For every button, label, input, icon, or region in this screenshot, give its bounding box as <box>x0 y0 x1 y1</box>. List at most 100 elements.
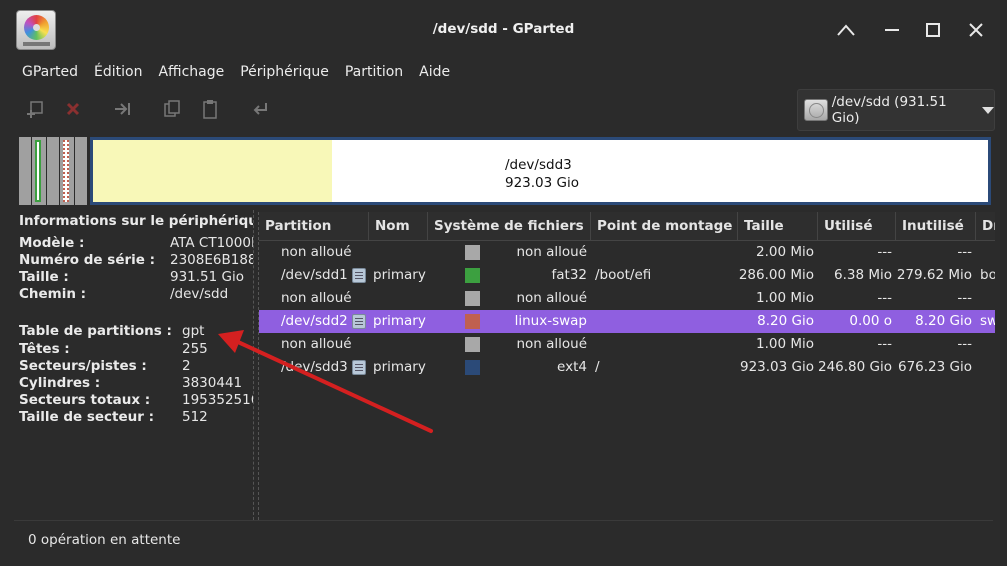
undo-icon[interactable] <box>249 98 271 120</box>
cell-mountpoint: /boot/efi <box>595 267 652 283</box>
filesystem-color-swatch <box>465 337 480 352</box>
cell-unused: 279.62 Mio <box>896 267 972 283</box>
cell-size: 1.00 Mio <box>755 336 814 352</box>
cell-name: primary <box>373 267 426 283</box>
column-mountpoint[interactable]: Point de montage <box>591 212 738 241</box>
partition-info-icon <box>352 268 366 283</box>
cell-size: 8.20 Gio <box>757 313 814 329</box>
paste-icon[interactable] <box>199 98 221 120</box>
filesystem-color-swatch <box>465 360 480 375</box>
menu-gparted[interactable]: GParted <box>14 60 86 85</box>
info-row-total-sectors: Secteurs totaux :1953525168 <box>19 392 253 408</box>
menu-aide[interactable]: Aide <box>411 60 458 85</box>
partition-info-icon <box>352 360 366 375</box>
cell-filesystem: non alloué <box>516 290 587 306</box>
column-unused[interactable]: Inutilisé <box>896 212 976 241</box>
chevron-up-icon <box>837 24 855 36</box>
filesystem-color-swatch <box>465 314 480 329</box>
disk-map-sdd3[interactable]: /dev/sdd3 923.03 Gio <box>90 137 991 205</box>
square-icon <box>926 23 940 37</box>
cell-partition: non alloué <box>281 336 352 352</box>
menu-peripherique[interactable]: Périphérique <box>232 60 337 85</box>
disk-map: /dev/sdd3 923.03 Gio <box>14 134 993 208</box>
info-row-sector-size: Taille de secteur :512 <box>19 409 208 425</box>
menu-partition[interactable]: Partition <box>337 60 411 85</box>
disk-map-unallocated-3[interactable] <box>75 137 87 205</box>
hard-disk-icon <box>804 99 828 121</box>
minimize-button[interactable] <box>831 15 861 45</box>
menu-bar: GParted Édition Affichage Périphérique P… <box>14 60 993 85</box>
minimize-window-button[interactable] <box>877 15 907 45</box>
disk-map-used-fill <box>93 140 332 202</box>
maximize-button[interactable] <box>918 15 948 45</box>
cell-partition: /dev/sdd1 <box>281 267 348 283</box>
info-row-sectors-track: Secteurs/pistes :2 <box>19 358 191 374</box>
cell-used: 6.38 Mio <box>833 267 892 283</box>
cell-used: --- <box>877 244 892 260</box>
info-row-cylinders: Cylindres :3830441 <box>19 375 243 391</box>
cell-used: 246.80 Gio <box>818 359 892 375</box>
copy-icon[interactable] <box>161 98 183 120</box>
table-header: Partition Nom Système de fichiers Point … <box>259 212 995 241</box>
resize-move-icon[interactable] <box>112 98 134 120</box>
cell-size: 2.00 Mio <box>755 244 814 260</box>
device-info-panel: Informations sur le périphérique Modèle … <box>14 210 254 520</box>
column-size[interactable]: Taille <box>738 212 818 241</box>
cell-used: 0.00 o <box>849 313 892 329</box>
info-row-model: Modèle :ATA CT1000BX500SSD1 <box>19 235 253 251</box>
column-partition[interactable]: Partition <box>259 212 369 241</box>
cell-flags: swap <box>980 313 995 329</box>
menu-affichage[interactable]: Affichage <box>150 60 232 85</box>
table-row[interactable]: non alloué non alloué 1.00 Mio --- --- <box>259 287 995 310</box>
cell-flags: boot, esp <box>980 267 995 283</box>
info-row-path: Chemin :/dev/sdd <box>19 286 229 302</box>
disk-map-unallocated-1[interactable] <box>19 137 31 205</box>
status-bar: 0 opération en attente <box>14 520 993 558</box>
menu-edition[interactable]: Édition <box>86 60 150 85</box>
delete-icon[interactable] <box>62 98 84 120</box>
cell-size: 286.00 Mio <box>738 267 814 283</box>
device-selector[interactable]: /dev/sdd (931.51 Gio) <box>797 89 995 131</box>
disk-map-sdd2[interactable] <box>60 137 74 205</box>
cell-unused: 8.20 Gio <box>915 313 972 329</box>
cell-unused: --- <box>957 290 972 306</box>
partition-info-icon <box>352 314 366 329</box>
cell-unused: --- <box>957 336 972 352</box>
cell-name: primary <box>373 359 426 375</box>
cell-partition: non alloué <box>281 290 352 306</box>
cell-unused: 676.23 Gio <box>898 359 972 375</box>
cell-size: 1.00 Mio <box>755 290 814 306</box>
disk-map-unallocated-2[interactable] <box>47 137 59 205</box>
cell-used: --- <box>877 290 892 306</box>
cell-filesystem: fat32 <box>551 267 588 283</box>
new-partition-icon[interactable] <box>24 98 46 120</box>
cell-filesystem: non alloué <box>516 336 587 352</box>
cell-unused: --- <box>957 244 972 260</box>
info-row-partition-table: Table de partitions : gpt <box>19 323 205 339</box>
column-filesystem[interactable]: Système de fichiers <box>428 212 591 241</box>
device-selector-label: /dev/sdd (931.51 Gio) <box>831 94 947 126</box>
filesystem-color-swatch <box>465 245 480 260</box>
minimize-icon <box>885 29 899 31</box>
cell-filesystem: non alloué <box>516 244 587 260</box>
device-info-title: Informations sur le périphérique <box>19 213 254 229</box>
column-used[interactable]: Utilisé <box>818 212 896 241</box>
table-row[interactable]: /dev/sdd3 primary ext4 / 923.03 Gio 246.80 Gi… <box>259 356 995 379</box>
cell-filesystem: ext4 <box>557 359 587 375</box>
cell-filesystem: linux-swap <box>514 313 587 329</box>
disk-map-sdd1[interactable] <box>32 137 46 205</box>
cell-used: --- <box>877 336 892 352</box>
info-row-heads: Têtes :255 <box>19 341 208 357</box>
filesystem-color-swatch <box>465 268 480 283</box>
partition-table: Partition Nom Système de fichiers Point … <box>258 212 995 520</box>
table-row[interactable]: /dev/sdd1 primary fat32/boot/efi 286.00 Mio… <box>259 264 995 287</box>
column-flags[interactable]: Drapeaux <box>976 212 995 241</box>
table-row[interactable]: non alloué non alloué 1.00 Mio --- --- <box>259 333 995 356</box>
column-name[interactable]: Nom <box>369 212 428 241</box>
x-icon <box>969 23 983 37</box>
pending-operations-status: 0 opération en attente <box>28 532 181 548</box>
close-button[interactable] <box>961 15 991 45</box>
table-row[interactable]: non alloué non alloué 2.00 Mio --- --- <box>259 241 995 264</box>
disk-map-partition-name: /dev/sdd3 <box>505 157 572 173</box>
table-row[interactable]: /dev/sdd2 primary linux-swap 8.20 Gio 0.00 o… <box>259 310 995 333</box>
